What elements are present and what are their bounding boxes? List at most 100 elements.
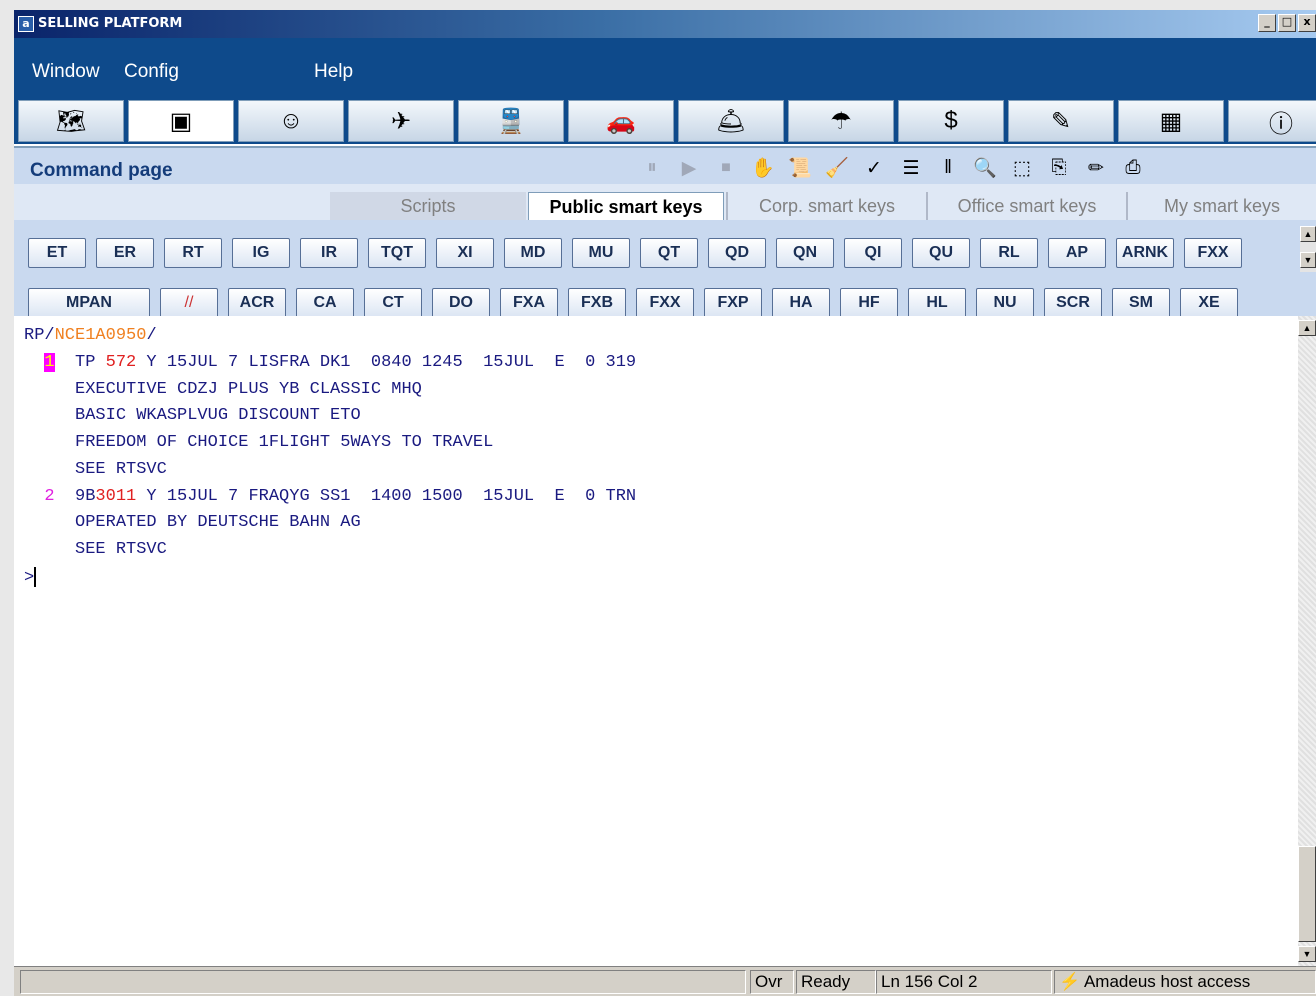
smart-key-button[interactable]: NU xyxy=(976,288,1034,318)
smart-key-button[interactable]: ACR xyxy=(228,288,286,318)
smart-key-button[interactable]: QN xyxy=(776,238,834,268)
tab-office-smart-keys[interactable]: Office smart keys xyxy=(926,192,1126,220)
terminal-scrollbar[interactable]: ▲ ▼ xyxy=(1298,316,1316,966)
window-title: SELLING PLATFORM xyxy=(38,16,183,31)
play-icon[interactable]: ▶ xyxy=(675,156,703,180)
smart-key-button[interactable]: IR xyxy=(300,238,358,268)
pointer-icon[interactable]: ✋ xyxy=(749,156,777,180)
smart-key-button[interactable]: HL xyxy=(908,288,966,318)
segment-2-flight: 3011 xyxy=(95,487,137,506)
agent-icon: ☺ xyxy=(278,107,304,134)
module-tile-agent[interactable]: ☺ xyxy=(238,100,344,142)
minimize-button[interactable]: _ xyxy=(1258,14,1276,32)
segment-2-line: 2 9B3011 Y 15JUL 7 FRAQYG SS1 1400 1500 … xyxy=(24,487,637,506)
menu-config[interactable]: Config xyxy=(124,61,179,83)
print-icon[interactable]: ⎙ xyxy=(1119,156,1147,180)
segment-1-line: 1 TP 572 Y 15JUL 7 LISFRA DK1 0840 1245 … xyxy=(44,353,637,372)
module-tile-info[interactable]: ⓘ xyxy=(1228,100,1316,142)
smart-key-button[interactable]: HA xyxy=(772,288,830,318)
smart-key-button[interactable]: MD xyxy=(504,238,562,268)
money-icon: $ xyxy=(944,107,958,134)
module-tile-map[interactable]: 🗺 xyxy=(18,100,124,142)
smart-key-button[interactable]: // xyxy=(160,288,218,318)
columns-icon[interactable]: ‖ xyxy=(934,156,962,180)
module-tile-checklist[interactable]: ✎ xyxy=(1008,100,1114,142)
close-button[interactable]: x xyxy=(1298,14,1316,32)
smart-key-button[interactable]: CA xyxy=(296,288,354,318)
status-cursor-position: Ln 156 Col 2 xyxy=(876,970,1052,994)
smart-keys-tabs: Scripts Public smart keys Corp. smart ke… xyxy=(14,184,1316,220)
module-tile-building[interactable]: ▦ xyxy=(1118,100,1224,142)
smart-key-button[interactable]: TQT xyxy=(368,238,426,268)
smart-key-button[interactable]: IG xyxy=(232,238,290,268)
smart-key-button[interactable]: ARNK xyxy=(1116,238,1174,268)
module-tile-car[interactable]: 🚗 xyxy=(568,100,674,142)
segment-1-number: 1 xyxy=(44,353,55,372)
menu-help[interactable]: Help xyxy=(314,61,353,83)
search-icon[interactable]: 🔍 xyxy=(971,156,999,180)
smart-key-button[interactable]: SM xyxy=(1112,288,1170,318)
menu-bar: Window Config Help xyxy=(14,38,1316,98)
tab-scripts[interactable]: Scripts xyxy=(330,192,526,220)
scrollbar-thumb[interactable] xyxy=(1298,846,1316,942)
module-tile-umbrella[interactable]: ☂ xyxy=(788,100,894,142)
scroll-down-arrow-icon[interactable]: ▼ xyxy=(1300,252,1316,268)
scroll-up-arrow-icon[interactable]: ▲ xyxy=(1300,226,1316,242)
menu-window[interactable]: Window xyxy=(32,61,100,83)
scroll-icon[interactable]: 📜 xyxy=(786,156,814,180)
broom-icon[interactable]: 🧹 xyxy=(823,156,851,180)
tab-public-smart-keys[interactable]: Public smart keys xyxy=(528,192,724,220)
scroll-up-arrow-icon[interactable]: ▲ xyxy=(1298,320,1316,336)
smart-key-button[interactable]: HF xyxy=(840,288,898,318)
smart-key-button[interactable]: CT xyxy=(364,288,422,318)
smart-key-button[interactable]: RL xyxy=(980,238,1038,268)
smart-key-button[interactable]: FXP xyxy=(704,288,762,318)
list-icon[interactable]: ☰ xyxy=(897,156,925,180)
pause-icon[interactable]: ⏸ xyxy=(638,156,666,180)
segment-1-flight: 572 xyxy=(105,353,137,372)
segment-2-number: 2 xyxy=(24,487,55,506)
segment-1-detail: BASIC WKASPLVUG DISCOUNT ETO xyxy=(24,406,361,425)
smart-key-button[interactable]: FXX xyxy=(636,288,694,318)
smart-key-button[interactable]: ET xyxy=(28,238,86,268)
smart-key-button[interactable]: QU xyxy=(912,238,970,268)
smart-key-button[interactable]: ER xyxy=(96,238,154,268)
smart-key-button[interactable]: MPAN xyxy=(28,288,150,318)
module-tile-terminal[interactable]: ▣ xyxy=(128,100,234,142)
tab-my-smart-keys[interactable]: My smart keys xyxy=(1126,192,1316,220)
scroll-down-arrow-icon[interactable]: ▼ xyxy=(1298,946,1316,962)
plane-icon: ✈ xyxy=(390,107,412,135)
module-tile-bellboy[interactable]: 🛎 xyxy=(678,100,784,142)
record-icon[interactable]: ✓ xyxy=(860,156,888,180)
smart-key-button[interactable]: MU xyxy=(572,238,630,268)
smart-key-button[interactable]: RT xyxy=(164,238,222,268)
smart-key-button[interactable]: FXA xyxy=(500,288,558,318)
maximize-button[interactable]: □ xyxy=(1278,14,1296,32)
smart-key-button[interactable]: XI xyxy=(436,238,494,268)
smart-key-button[interactable]: XE xyxy=(1180,288,1238,318)
module-tile-train[interactable]: 🚆 xyxy=(458,100,564,142)
smart-key-button[interactable]: QD xyxy=(708,238,766,268)
tab-corp-smart-keys[interactable]: Corp. smart keys xyxy=(726,192,926,220)
command-page-title: Command page xyxy=(30,160,173,181)
smart-key-button[interactable]: QI xyxy=(844,238,902,268)
checklist-icon: ✎ xyxy=(1050,107,1072,135)
smart-key-button[interactable]: QT xyxy=(640,238,698,268)
select-icon[interactable]: ⬚ xyxy=(1008,156,1036,180)
segment-2-detail: OPERATED BY DEUTSCHE BAHN AG xyxy=(24,513,361,532)
command-terminal[interactable]: RP/NCE1A0950/ 1 TP 572 Y 15JUL 7 LISFRA … xyxy=(14,316,1298,966)
module-tile-plane[interactable]: ✈ xyxy=(348,100,454,142)
command-prompt[interactable]: > xyxy=(24,567,37,587)
smart-key-button[interactable]: AP xyxy=(1048,238,1106,268)
edit-icon[interactable]: ✏ xyxy=(1082,156,1110,180)
copy-icon[interactable]: ⎘ xyxy=(1045,156,1073,180)
segment-1-detail: SEE RTSVC xyxy=(24,460,167,479)
smart-key-button[interactable]: DO xyxy=(432,288,490,318)
smart-key-button[interactable]: FXX xyxy=(1184,238,1242,268)
smart-key-button[interactable]: SCR xyxy=(1044,288,1102,318)
module-toolbar: 🗺 ▣ ☺ ✈ 🚆 🚗 🛎 ☂ $ ✎ ▦ ⓘ xyxy=(14,98,1316,144)
smart-key-button[interactable]: FXB xyxy=(568,288,626,318)
smart-keys-scrollbar[interactable]: ▲ ▼ xyxy=(1300,226,1316,272)
stop-icon[interactable]: ⏹ xyxy=(712,156,740,180)
module-tile-money[interactable]: $ xyxy=(898,100,1004,142)
